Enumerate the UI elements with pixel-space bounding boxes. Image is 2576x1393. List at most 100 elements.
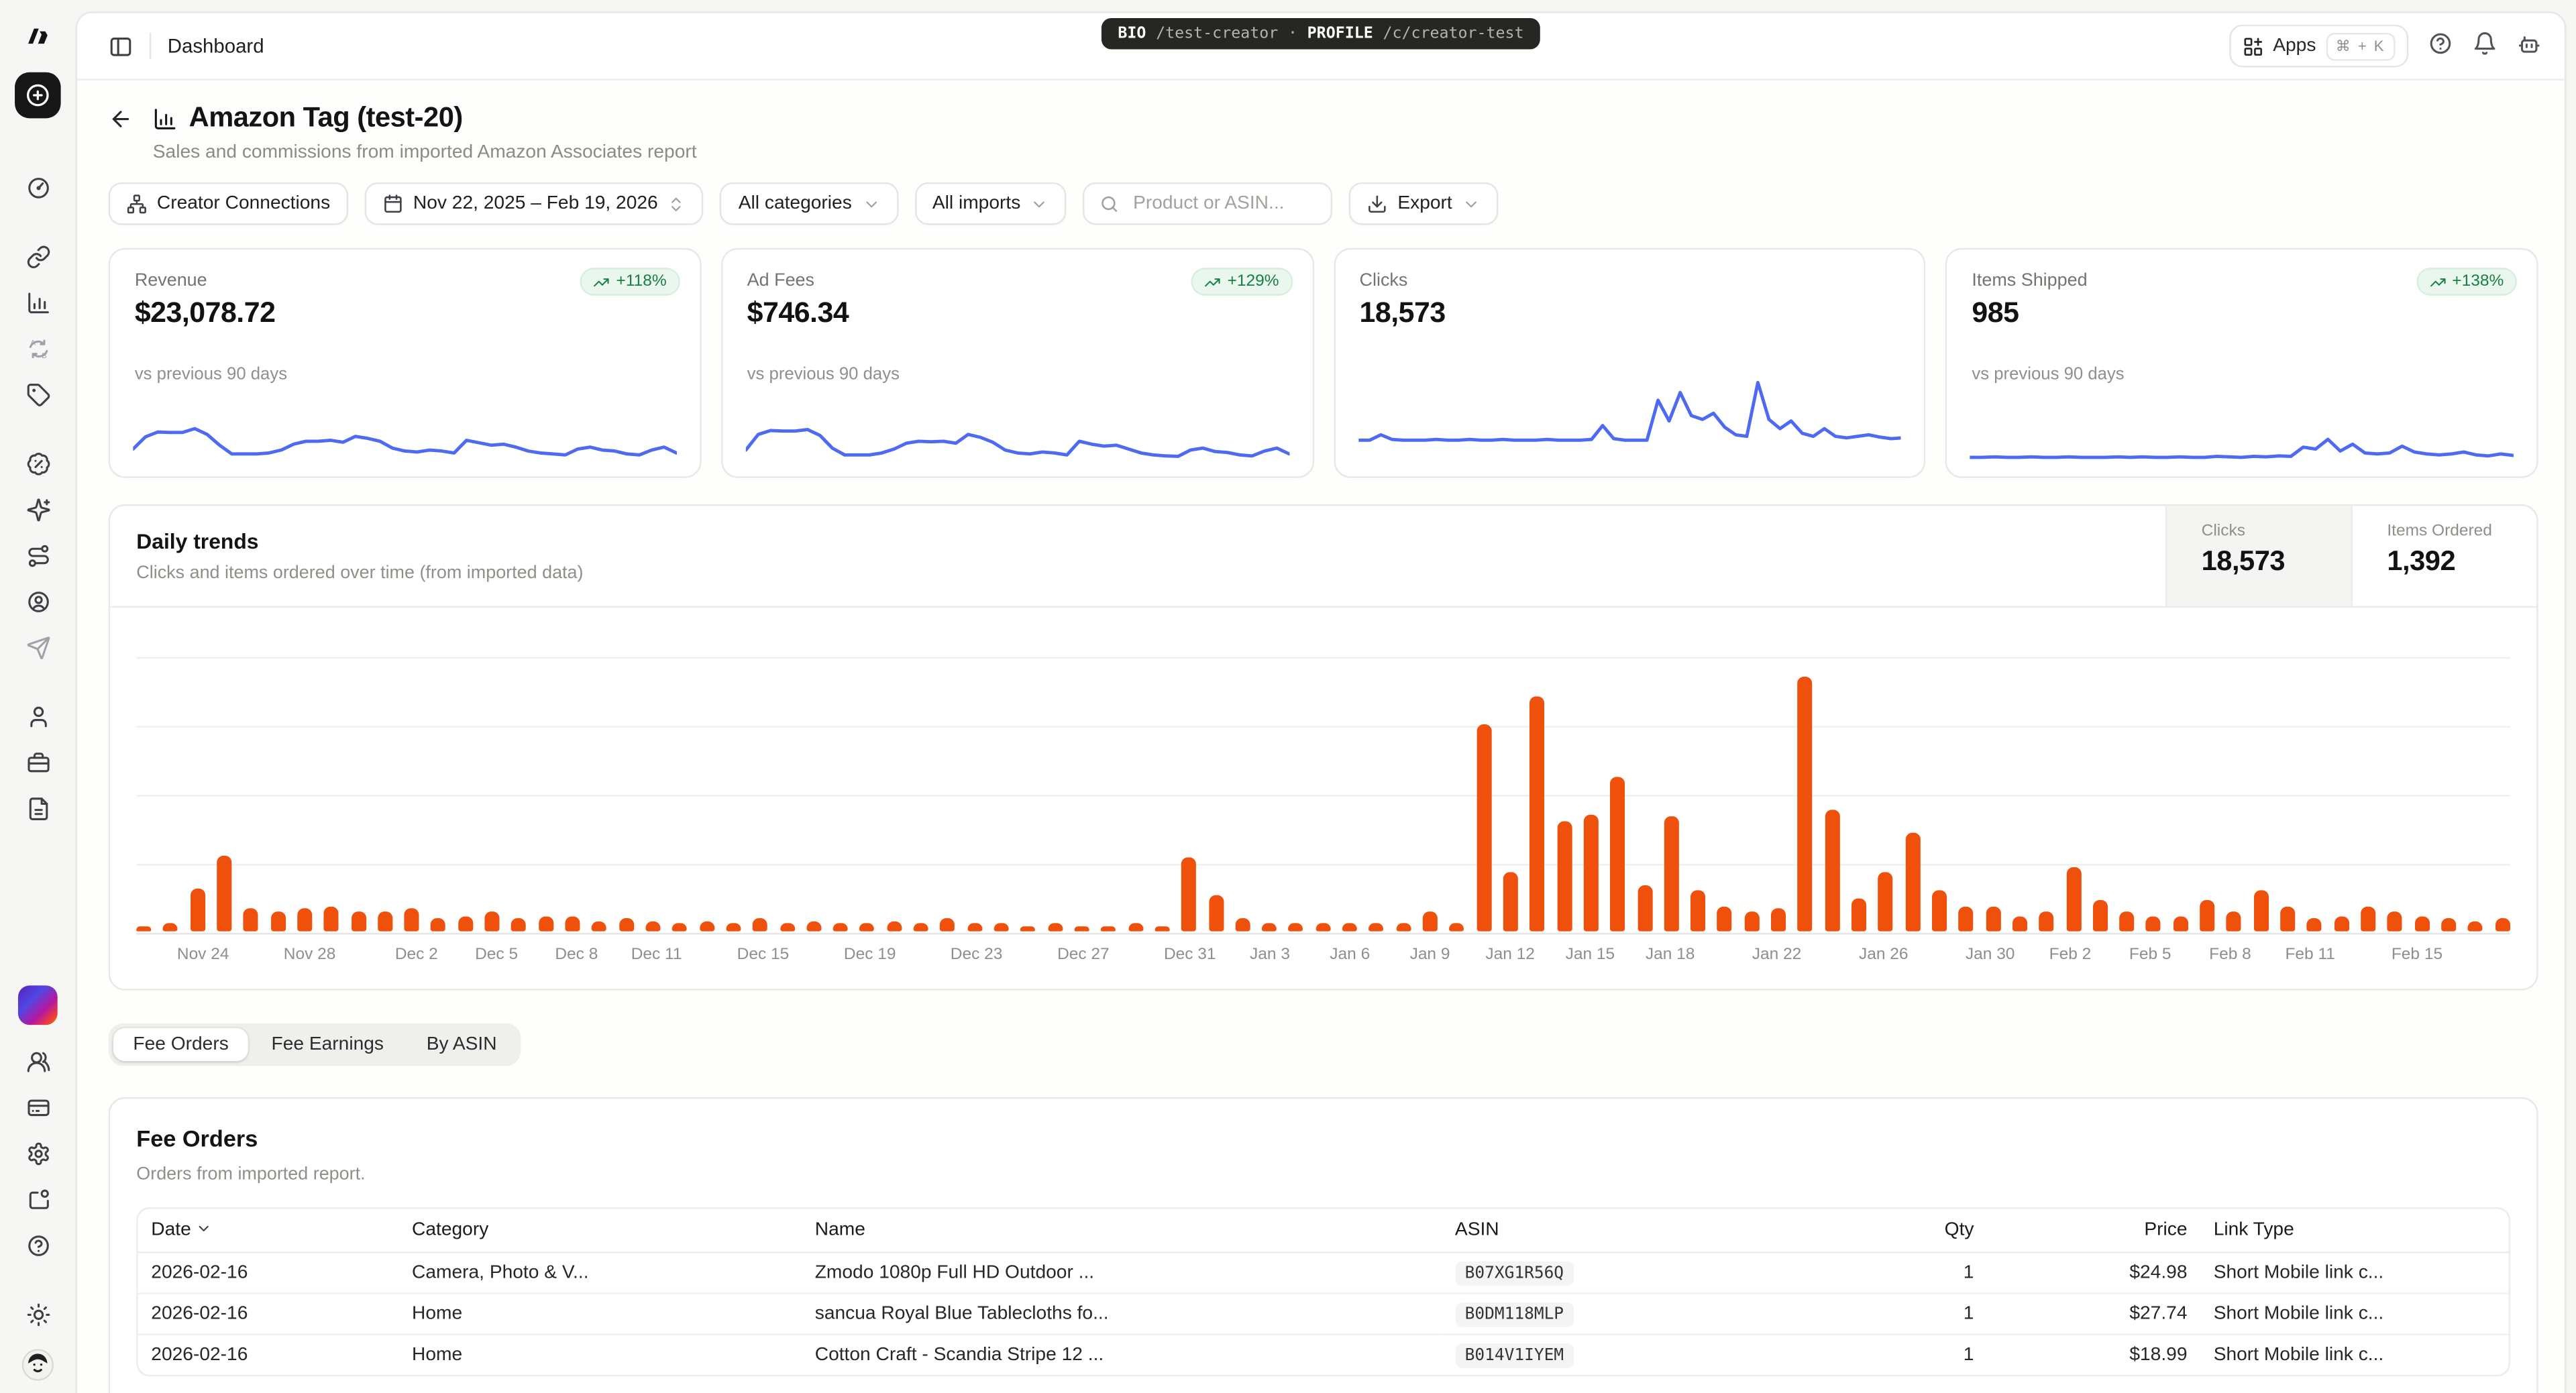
chart-bar[interactable] [1396,924,1411,931]
sidebar-item-workflows[interactable] [16,534,59,577]
chart-bar[interactable] [1450,924,1464,931]
chart-bar[interactable] [431,918,446,931]
chart-bar[interactable] [324,906,339,932]
sidebar-item-settings[interactable] [16,1131,59,1174]
chart-bar[interactable] [378,911,392,931]
chart-bar[interactable] [2495,918,2510,931]
chart-bar[interactable] [1905,832,1920,931]
chart-bar[interactable] [1798,677,1813,932]
chart-bar[interactable] [270,911,285,931]
chart-bar[interactable] [2039,911,2054,931]
product-search[interactable] [1083,182,1332,225]
chart-bar[interactable] [1744,911,1759,931]
chart-bar[interactable] [1664,817,1678,932]
chart-bar[interactable] [539,916,553,932]
chart-bar[interactable] [351,911,366,931]
chart-bar[interactable] [1208,895,1223,931]
chart-bar[interactable] [297,909,312,932]
chart-bar[interactable] [1557,822,1572,931]
chart-bar[interactable] [833,924,848,931]
chart-bar[interactable] [941,918,955,931]
sidebar-item-support[interactable] [16,1223,59,1266]
sidebar-item-ab-testing[interactable]: AB [16,327,59,370]
chart-bar[interactable] [1101,926,1116,932]
metric-toggle-items-ordered[interactable]: Items Ordered1,392 [2351,506,2536,606]
chart-bar[interactable] [1128,924,1142,931]
chart-bar[interactable] [914,924,928,931]
sidebar-item-dashboard[interactable] [16,166,59,209]
help-button[interactable] [2428,30,2453,62]
chart-bar[interactable] [190,888,205,932]
chart-bar[interactable] [2253,891,2268,932]
chart-bar[interactable] [2361,906,2375,932]
chart-bar[interactable] [1878,873,1893,931]
sidebar-item-profile[interactable] [16,695,59,738]
chart-bar[interactable] [485,911,500,931]
chart-bar[interactable] [1074,926,1089,932]
chart-bar[interactable] [1825,809,1839,931]
chart-bar[interactable] [2066,868,2081,932]
sidebar-item-tags[interactable] [16,373,59,416]
chart-bar[interactable] [512,918,527,931]
chart-bar[interactable] [136,926,151,932]
chart-bar[interactable] [1316,924,1330,931]
tab-fee-orders[interactable]: Fee Orders [113,1028,248,1061]
chart-bar[interactable] [726,924,741,931]
table-row[interactable]: 2026-02-16Homesancua Royal Blue Tableclo… [138,1294,2509,1335]
sidebar-item-analytics[interactable] [16,281,59,324]
chart-bar[interactable] [2226,911,2241,931]
chart-bar[interactable] [1477,725,1491,932]
chart-bar[interactable] [753,918,767,931]
sidebar-item-theme-toggle[interactable] [16,1292,59,1335]
export-button[interactable]: Export [1349,182,1498,225]
chart-bar[interactable] [1932,891,1947,932]
table-row[interactable]: 2026-02-16Camera, Photo & V...Zmodo 1080… [138,1252,2509,1293]
chart-bar[interactable] [860,924,875,931]
sidebar-item-reports[interactable] [16,787,59,830]
chart-bar[interactable] [405,909,419,932]
sidebar-item-offers[interactable] [16,442,59,485]
chart-bar[interactable] [887,921,902,931]
chart-bar[interactable] [217,855,231,932]
chart-bar[interactable] [1771,909,1786,932]
notifications-button[interactable] [2473,30,2498,62]
apps-button[interactable]: Apps ⌘ + K [2229,25,2408,68]
sidebar-item-team[interactable] [16,1040,59,1082]
sidebar-item-business[interactable] [16,740,59,783]
chart-bar[interactable] [2280,906,2295,932]
environment-pill[interactable]: BIO /test-creator · PROFILE /c/creator-t… [1102,18,1540,50]
chart-bar[interactable] [2441,918,2456,931]
chart-bar[interactable] [2414,916,2429,932]
chart-bar[interactable] [458,916,473,932]
chart-bar[interactable] [1851,898,1866,931]
chart-bar[interactable] [2093,901,2108,932]
chart-bar[interactable] [1959,906,1974,932]
date-range-picker[interactable]: Nov 22, 2025 – Feb 19, 2026 [365,182,704,225]
creator-connections-button[interactable]: Creator Connections [109,182,349,225]
chart-bar[interactable] [1369,924,1384,931]
chart-bar[interactable] [1235,918,1250,931]
sidebar-item-links[interactable] [16,235,59,278]
sidebar-item-billing[interactable] [16,1086,59,1129]
chart-bar[interactable] [1986,906,2000,932]
chart-bar[interactable] [1155,926,1169,932]
back-button[interactable] [109,107,133,138]
chart-bar[interactable] [1690,891,1705,932]
chart-bar[interactable] [244,909,258,932]
chart-bar[interactable] [1289,924,1303,931]
sidebar-item-create[interactable] [15,72,61,119]
chart-bar[interactable] [967,924,982,931]
chart-bar[interactable] [2146,916,2161,932]
assistant-button[interactable] [2517,30,2542,62]
chart-bar[interactable] [1717,906,1732,932]
chart-bar[interactable] [1342,924,1357,931]
sidebar-toggle-button[interactable] [100,26,140,66]
sidebar-item-contacts[interactable] [16,579,59,622]
chart-bar[interactable] [2387,911,2402,931]
chart-bar[interactable] [645,921,660,931]
chart-bar[interactable] [2012,916,2027,932]
chart-bar[interactable] [1610,776,1625,931]
chart-bar[interactable] [2173,916,2188,932]
chart-bar[interactable] [1021,926,1036,932]
chart-bar[interactable] [1262,924,1277,931]
